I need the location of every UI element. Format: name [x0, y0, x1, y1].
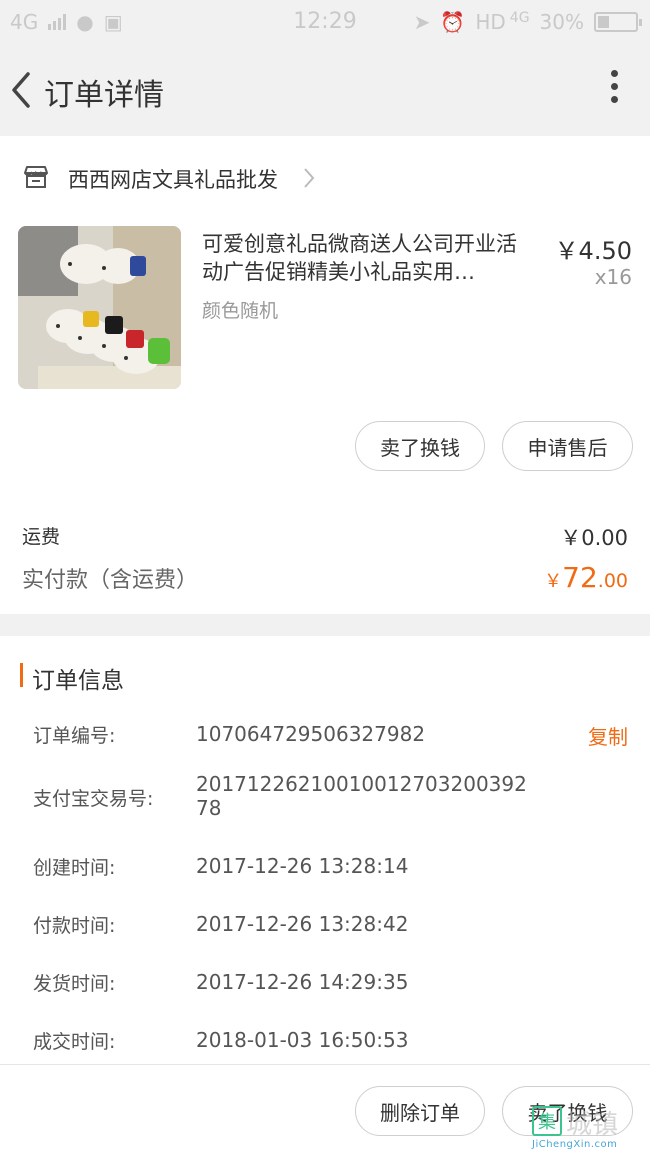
network-label-right: 4G	[509, 10, 530, 26]
more-options-icon[interactable]	[608, 70, 620, 110]
watermark-box: 集	[532, 1106, 562, 1136]
created-time-label: 创建时间:	[33, 857, 116, 879]
paid-time-value: 2017-12-26 13:28:42	[196, 912, 409, 936]
product-photo	[18, 226, 181, 389]
chevron-right-icon	[304, 168, 315, 188]
airplane-muted-icon: ➤	[413, 10, 431, 34]
watermark-logo: 集 城镇 JiChengXin.com	[532, 1104, 644, 1150]
paid-label: 实付款（含运费）	[22, 568, 199, 593]
order-number-value: 107064729506327982	[196, 722, 426, 746]
shipping-label: 运费	[22, 526, 61, 548]
alipay-trade-value: 2017122621001001270320039278	[196, 772, 527, 820]
product-title[interactable]: 可爱创意礼品微商送人公司开业活动广告促销精美小礼品实用…	[202, 230, 536, 286]
shipping-value: ￥0.00	[560, 526, 628, 550]
product-quantity: x16	[594, 265, 632, 289]
delete-order-button[interactable]: 删除订单	[355, 1086, 485, 1136]
paid-integer: 72	[562, 561, 598, 594]
back-arrow-icon[interactable]	[8, 68, 38, 112]
paid-time-label: 付款时间:	[33, 915, 116, 937]
nav-bar: 订单详情	[0, 44, 650, 136]
resell-button[interactable]: 卖了换钱	[355, 421, 485, 471]
order-info-title: 订单信息	[32, 668, 124, 694]
status-right: ➤ ⏰ HD 4G 30%	[413, 10, 642, 34]
paid-currency: ￥	[544, 571, 563, 592]
battery-percent: 30%	[539, 10, 584, 34]
completed-time-value: 2018-01-03 16:50:53	[196, 1028, 409, 1052]
shipped-time-label: 发货时间:	[33, 973, 116, 995]
product-price: ￥4.50	[554, 237, 632, 265]
section-accent-bar	[20, 663, 23, 687]
hd-label: HD	[475, 10, 506, 34]
shipped-time-value: 2017-12-26 14:29:35	[196, 970, 409, 994]
battery-icon	[594, 12, 642, 32]
alipay-trade-label: 支付宝交易号:	[33, 788, 154, 810]
completed-time-label: 成交时间:	[33, 1031, 116, 1053]
shop-row[interactable]: 西西网店文具礼品批发	[0, 152, 650, 204]
battery-fill	[598, 16, 609, 28]
page-title: 订单详情	[44, 78, 164, 113]
product-sku: 颜色随机	[202, 300, 279, 322]
alarm-icon: ⏰	[440, 10, 466, 34]
shop-name[interactable]: 西西网店文具礼品批发	[68, 164, 278, 194]
section-divider	[0, 614, 650, 636]
paid-amount: ￥72.00	[544, 561, 628, 594]
order-number-label: 订单编号:	[33, 725, 116, 747]
shop-icon	[24, 166, 48, 188]
created-time-value: 2017-12-26 13:28:14	[196, 854, 409, 878]
watermark-text: 城镇	[566, 1110, 619, 1140]
product-image[interactable]	[18, 226, 181, 389]
copy-button[interactable]: 复制	[588, 721, 628, 750]
watermark-url: JiChengXin.com	[532, 1139, 618, 1150]
status-bar: 4G ● ▣ 12:29 ➤ ⏰ HD 4G 30%	[0, 0, 650, 44]
after-sale-button[interactable]: 申请售后	[502, 421, 633, 471]
paid-decimal: .00	[597, 570, 628, 592]
